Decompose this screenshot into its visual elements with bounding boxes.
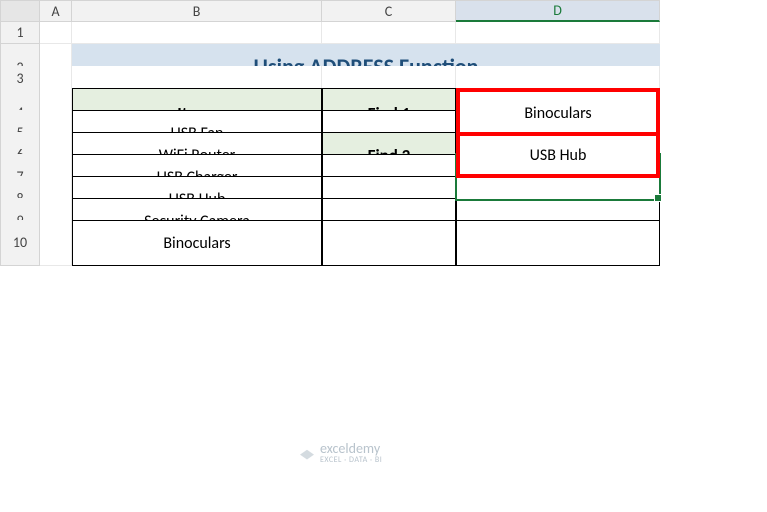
watermark-subtext: EXCEL · DATA · BI [320,455,382,465]
cell-D10[interactable] [456,220,660,266]
select-all-corner[interactable] [0,0,40,22]
col-header-B[interactable]: B [72,0,322,22]
row-header-10[interactable]: 10 [0,220,40,266]
col-header-D[interactable]: D [456,0,660,22]
col-header-A[interactable]: A [40,0,72,22]
watermark: exceldemy EXCEL · DATA · BI [300,440,382,465]
col-header-C[interactable]: C [322,0,456,22]
cell-B1[interactable] [72,22,322,44]
cell-C10[interactable] [322,220,456,266]
item-row[interactable]: Binoculars [72,220,322,266]
watermark-icon [300,446,314,460]
find2-value[interactable]: USB Hub [456,132,660,178]
cell-A10[interactable] [40,220,72,266]
cell-A1[interactable] [40,22,72,44]
cell-D1[interactable] [456,22,660,44]
row-header-1[interactable]: 1 [0,22,40,44]
spreadsheet-grid: A B C D 1 2 Using ADDRESS Function 3 4 I… [0,0,767,242]
cell-C1[interactable] [322,22,456,44]
find1-value[interactable]: Binoculars [456,88,660,138]
watermark-text: exceldemy [320,440,380,457]
